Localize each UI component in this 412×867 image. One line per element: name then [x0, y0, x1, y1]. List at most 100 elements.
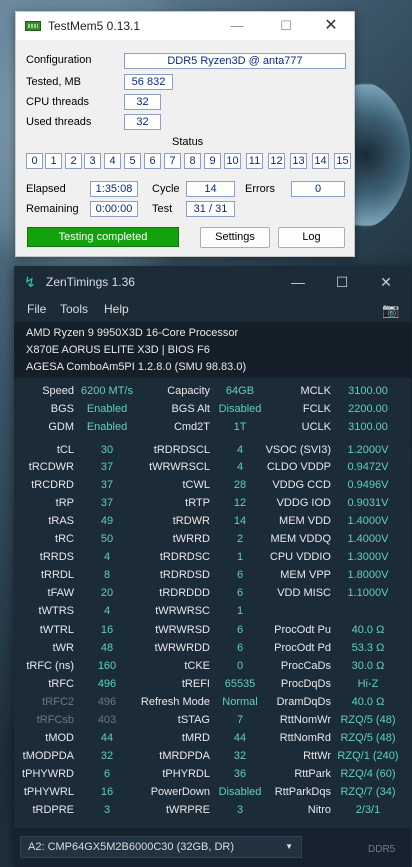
elapsed-value: 1:35:08	[90, 181, 138, 197]
timing-label: VDDG CCD	[272, 479, 331, 491]
dimm-select-value: A2: CMP64GX5M2B6000C30 (32GB, DR)	[28, 841, 235, 853]
close-icon[interactable]: ✕	[308, 12, 354, 40]
timing-value: 1.4000V	[347, 515, 389, 527]
status-cell-6: 6	[144, 153, 161, 169]
timing-label: ProcOdt Pu	[274, 624, 331, 636]
timing-value: 40.0 Ω	[351, 696, 385, 708]
timing-label: MCLK	[300, 385, 331, 397]
timing-value: 3100.00	[348, 385, 388, 397]
timing-value: RZQ/7 (34)	[340, 786, 396, 798]
settings-button[interactable]: Settings	[200, 227, 270, 248]
status-label: Status	[172, 136, 204, 148]
maximize-icon[interactable]: ☐	[320, 266, 364, 298]
timing-label: tMRDPDA	[159, 750, 210, 762]
timing-value: 30.0 Ω	[351, 660, 385, 672]
timing-value: 40.0 Ω	[351, 624, 385, 636]
timing-label: tWTRS	[38, 605, 74, 617]
timing-label: MEM VDD	[279, 515, 331, 527]
tested-mb-label: Tested, MB	[26, 76, 82, 88]
timing-label: CLDO VDDP	[266, 461, 331, 473]
camera-icon[interactable]: 📷	[382, 302, 399, 319]
timing-value: RZQ/1 (240)	[337, 750, 399, 762]
timing-value: 0.9472V	[347, 461, 389, 473]
remaining-value: 0:00:00	[90, 201, 138, 217]
board-name: X870E AORUS ELITE X3D | BIOS F6	[26, 344, 210, 356]
testmem5-window: TestMem5 0.13.1 — ☐ ✕ Configuration DDR5…	[15, 11, 355, 257]
timing-value: 1.1000V	[347, 587, 389, 599]
zentimings-window: ↯ ZenTimings 1.36 — ☐ ✕ File Tools Help …	[14, 266, 411, 867]
timing-label: tWRWRDD	[154, 642, 210, 654]
timing-label: tRFC (ns)	[26, 660, 74, 672]
cycle-label: Cycle	[152, 183, 180, 195]
timing-value: RZQ/4 (60)	[340, 768, 396, 780]
close-icon[interactable]: ✕	[364, 266, 408, 298]
used-threads-label: Used threads	[26, 116, 92, 128]
timing-value: RZQ/5 (48)	[340, 714, 396, 726]
status-cell-10: 10	[224, 153, 241, 169]
status-cell-9: 9	[204, 153, 221, 169]
title-bar: ↯ ZenTimings 1.36 — ☐ ✕	[14, 266, 411, 298]
log-button[interactable]: Log	[278, 227, 345, 248]
status-cell-3: 3	[84, 153, 101, 169]
timing-label: RttNomWr	[279, 714, 331, 726]
timing-value: 0.9496V	[347, 479, 389, 491]
timing-label: ProcOdt Pd	[274, 642, 331, 654]
timing-label: VDDG IOD	[276, 497, 331, 509]
cycle-value: 14	[186, 181, 235, 197]
minimize-icon[interactable]: —	[276, 266, 320, 298]
timing-label: Nitro	[307, 804, 331, 816]
agesa-version: AGESA ComboAm5PI 1.2.8.0 (SMU 98.83.0)	[26, 361, 247, 373]
remaining-label: Remaining	[26, 203, 79, 215]
timing-label: Capacity	[167, 385, 210, 397]
timing-label: tWTRL	[39, 624, 74, 636]
timing-label: VSOC (SVI3)	[265, 444, 331, 456]
status-cell-4: 4	[104, 153, 121, 169]
menu-help[interactable]: Help	[104, 302, 129, 316]
status-cell-0: 0	[26, 153, 43, 169]
progress-bar: Testing completed	[27, 227, 179, 247]
menu-file[interactable]: File	[27, 302, 46, 316]
timing-label: tRTP	[185, 497, 210, 509]
timing-label: tRFCsb	[36, 714, 74, 726]
timing-label: tRRDL	[40, 569, 74, 581]
dimm-select[interactable]: A2: CMP64GX5M2B6000C30 (32GB, DR) ▼	[20, 836, 302, 858]
timing-label: tWRRD	[172, 533, 210, 545]
timing-label: tRDRDSCL	[153, 444, 210, 456]
timing-label: tRDPRE	[32, 804, 74, 816]
timing-label: tRP	[55, 497, 74, 509]
title-bar: TestMem5 0.13.1 — ☐ ✕	[16, 12, 354, 40]
timing-value: 0.9031V	[347, 497, 389, 509]
timing-label: RttNomRd	[279, 732, 331, 744]
timing-label: tRDRDDD	[159, 587, 210, 599]
timing-label: tWRWRSD	[155, 624, 210, 636]
status-cell-12: 12	[268, 153, 285, 169]
chevron-down-icon: ▼	[285, 842, 293, 851]
cpu-name: AMD Ryzen 9 9950X3D 16-Core Processor	[26, 327, 239, 339]
timing-value: RZQ/5 (48)	[340, 732, 396, 744]
timing-label: tCL	[56, 444, 74, 456]
timing-label: tRCDRD	[31, 479, 74, 491]
timing-label: tMODPDA	[22, 750, 74, 762]
timing-value: Hi-Z	[357, 678, 379, 690]
tested-mb-value: 56 832	[124, 74, 173, 90]
elapsed-label: Elapsed	[26, 183, 66, 195]
errors-label: Errors	[245, 183, 275, 195]
timing-label: BGS	[50, 403, 74, 415]
minimize-icon[interactable]: —	[214, 12, 260, 40]
status-cell-5: 5	[124, 153, 141, 169]
timing-value: 1	[236, 605, 244, 617]
timing-label: tRAS	[48, 515, 74, 527]
bottom-bar: A2: CMP64GX5M2B6000C30 (32GB, DR) ▼ DDR5	[14, 828, 411, 867]
timing-label: tREFI	[181, 678, 210, 690]
timing-label: tRFC2	[42, 696, 74, 708]
timing-label: tMOD	[45, 732, 74, 744]
timing-label: DramDqDs	[276, 696, 331, 708]
timing-label: tRDRDSC	[159, 551, 210, 563]
timing-label: PowerDown	[150, 786, 210, 798]
status-cell-15: 15	[334, 153, 351, 169]
timing-label: tCKE	[184, 660, 210, 672]
maximize-icon[interactable]: ☐	[263, 12, 309, 40]
configuration-value: DDR5 Ryzen3D @ anta777	[124, 53, 346, 69]
timing-label: RttPark	[294, 768, 331, 780]
menu-tools[interactable]: Tools	[60, 302, 88, 316]
